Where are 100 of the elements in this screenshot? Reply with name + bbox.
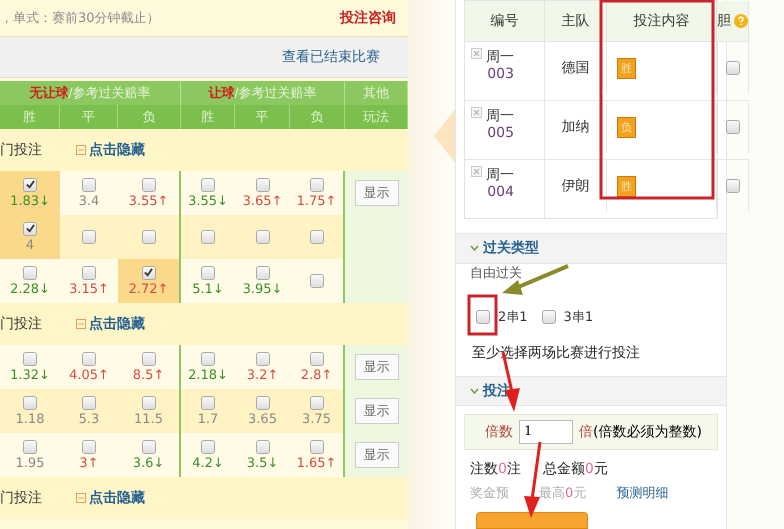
checkbox[interactable] — [256, 266, 270, 280]
show-button[interactable]: 显示 — [354, 398, 398, 424]
checkbox[interactable] — [310, 396, 324, 410]
column-header: 负 — [290, 105, 345, 129]
help-icon[interactable] — [734, 14, 748, 28]
odds-value: 3.65 — [248, 412, 277, 426]
notice-text: ，单式：赛前30分钟截止） — [0, 10, 160, 27]
group-title: 门投注 — [0, 489, 42, 507]
show-button[interactable]: 显示 — [354, 354, 398, 380]
checkbox[interactable] — [82, 352, 96, 366]
checkbox[interactable] — [142, 178, 156, 192]
parlay-option: 2串1 — [498, 308, 528, 326]
checkbox[interactable] — [476, 310, 490, 324]
checkbox[interactable] — [310, 352, 324, 366]
consult-link[interactable]: 投注咨询 — [340, 9, 396, 27]
highlight-frame — [468, 294, 498, 336]
checkbox[interactable] — [23, 396, 37, 410]
odds-value: 1.83↓ — [10, 194, 50, 208]
checkbox[interactable] — [201, 230, 215, 244]
finished-matches-link[interactable]: 查看已结束比赛 — [282, 48, 380, 66]
checkbox[interactable] — [201, 178, 215, 192]
checkbox[interactable] — [310, 440, 324, 454]
odds-value: 3.6↓ — [132, 456, 164, 470]
odds-value: 3.5↓ — [246, 456, 278, 470]
checkbox[interactable] — [201, 266, 215, 280]
odds-value: 2.18↓ — [188, 368, 228, 382]
checkbox[interactable] — [256, 352, 270, 366]
checkbox[interactable] — [256, 230, 270, 244]
checkbox[interactable] — [310, 274, 324, 288]
checkbox[interactable] — [23, 178, 37, 192]
remove-icon[interactable] — [471, 48, 482, 59]
odds-value: 3.4 — [78, 194, 100, 208]
remove-icon[interactable] — [471, 166, 482, 177]
group-title: 门投注 — [0, 141, 42, 159]
checkbox[interactable] — [310, 178, 324, 192]
checkbox[interactable] — [142, 266, 156, 280]
checkbox[interactable] — [256, 440, 270, 454]
parlay-mode[interactable]: 自由过关 — [456, 264, 726, 282]
odds-value: 3↑ — [79, 456, 99, 470]
checkbox[interactable] — [726, 120, 740, 134]
odds-value: 4.05↑ — [69, 368, 109, 382]
checkbox[interactable] — [726, 179, 740, 193]
match-day: 周一 — [486, 166, 514, 184]
checkbox[interactable] — [82, 440, 96, 454]
odds-value: 3.75 — [302, 412, 331, 426]
checkbox[interactable] — [542, 310, 556, 324]
checkbox[interactable] — [256, 396, 270, 410]
prize-label: 奖金预 — [470, 484, 509, 502]
checkbox[interactable] — [726, 61, 740, 75]
odds-value: 2.28↓ — [10, 282, 50, 296]
checkbox[interactable] — [23, 440, 37, 454]
column-group-header: 其他 — [345, 81, 408, 105]
checkbox[interactable] — [201, 396, 215, 410]
pick-tag: 胜 — [617, 58, 636, 78]
checkbox[interactable] — [201, 440, 215, 454]
hide-toggle[interactable]: 点击隐藏 — [76, 489, 145, 507]
checkbox[interactable] — [82, 396, 96, 410]
checkbox[interactable] — [142, 230, 156, 244]
odds-value: 5.3 — [78, 412, 100, 426]
column-header: 负 — [118, 105, 181, 129]
checkbox[interactable] — [142, 352, 156, 366]
multiplier-input[interactable]: 1 — [519, 420, 573, 444]
detail-link[interactable]: 预测明细 — [616, 484, 668, 502]
caret-icon — [470, 245, 479, 252]
odds-value: 2.72↑ — [128, 282, 168, 296]
remove-icon[interactable] — [471, 107, 482, 118]
column-header: 胆 — [717, 12, 731, 30]
checkbox[interactable] — [256, 178, 270, 192]
caret-icon — [470, 388, 479, 394]
group-title: 门投注 — [0, 315, 42, 333]
show-button[interactable]: 显示 — [354, 180, 398, 206]
odds-value: 1.75↑ — [296, 194, 336, 208]
submit-button[interactable] — [476, 512, 588, 529]
checkbox[interactable] — [23, 352, 37, 366]
checkbox[interactable] — [23, 266, 37, 280]
column-header: 玩法 — [345, 105, 408, 129]
column-header: 平 — [235, 105, 290, 129]
checkbox[interactable] — [82, 266, 96, 280]
match-day: 周一 — [486, 48, 514, 66]
show-button[interactable]: 显示 — [354, 442, 398, 468]
checkbox[interactable] — [310, 230, 324, 244]
odds-value: 11.5 — [134, 412, 163, 426]
total-amount: 总金额0元 — [542, 460, 608, 478]
checkbox[interactable] — [201, 352, 215, 366]
column-header: 胜 — [181, 105, 235, 129]
checkbox[interactable] — [142, 440, 156, 454]
match-number: 005 — [487, 125, 514, 141]
checkbox[interactable] — [82, 178, 96, 192]
odds-value: 3.95↓ — [242, 282, 282, 296]
checkbox[interactable] — [142, 396, 156, 410]
action-cell — [345, 259, 408, 303]
multiplier-note: 倍(倍数必须为整数) — [579, 422, 702, 441]
checkbox[interactable] — [82, 230, 96, 244]
column-group-header: 让球/参考过关赔率 — [181, 81, 345, 105]
hide-toggle[interactable]: 点击隐藏 — [76, 315, 145, 333]
hide-toggle[interactable]: 点击隐藏 — [76, 141, 145, 159]
checkbox[interactable] — [23, 222, 37, 236]
pick-tag: 胜 — [617, 176, 636, 196]
column-header: 主队 — [562, 12, 590, 30]
collapse-icon — [76, 493, 86, 503]
